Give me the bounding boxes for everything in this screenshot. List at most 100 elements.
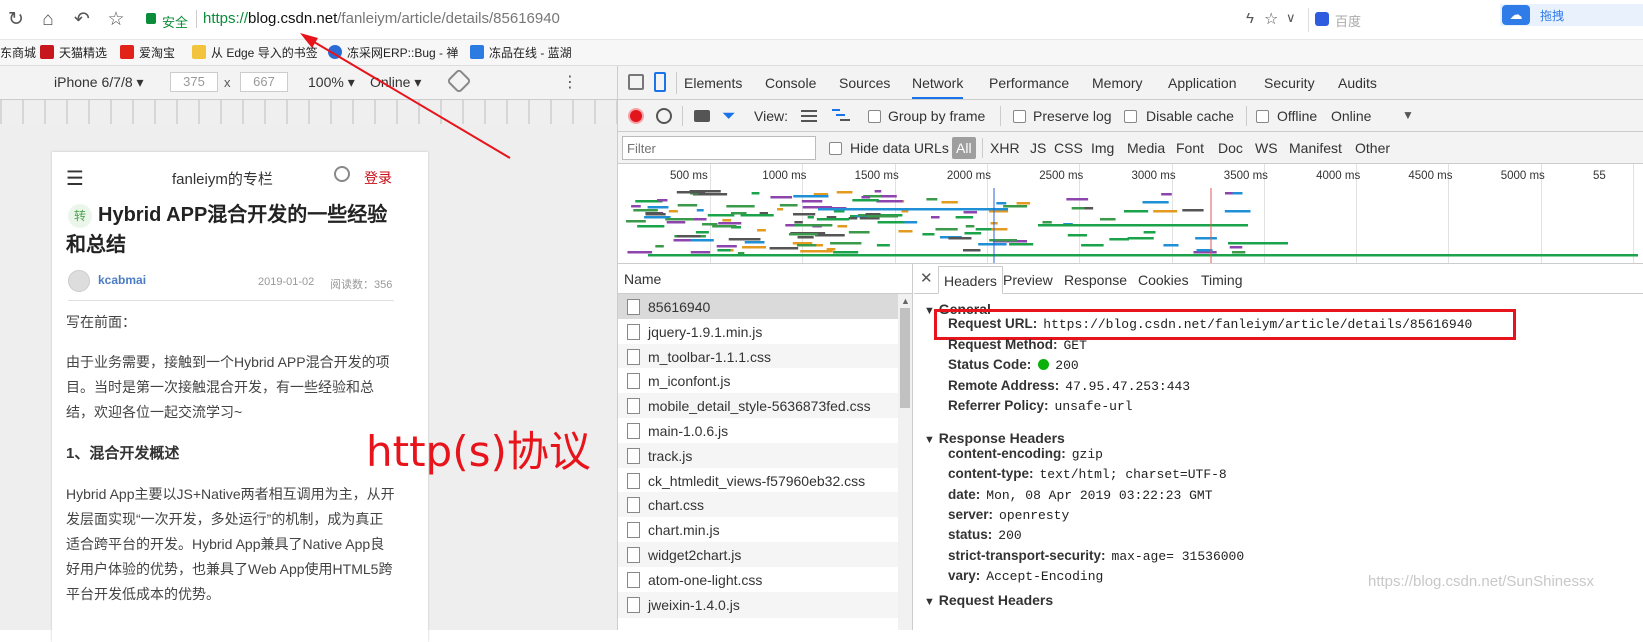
request-row[interactable]: 85616940 — [618, 294, 903, 320]
request-row[interactable]: ck_htmledit_views-f57960eb32.css — [618, 467, 903, 494]
tab-preview[interactable]: Preview — [1003, 272, 1053, 288]
filter-css[interactable]: CSS — [1054, 140, 1083, 156]
filter-manifest[interactable]: Manifest — [1289, 140, 1342, 156]
request-row[interactable]: main-1.0.6.js — [618, 418, 903, 444]
inspect-icon[interactable] — [628, 74, 644, 90]
lightning-icon[interactable]: ϟ — [1246, 10, 1254, 27]
list-view-icon[interactable] — [801, 110, 817, 122]
header-key: Request URL: — [948, 316, 1038, 331]
device-select[interactable]: iPhone 6/7/8 ▾ — [54, 74, 144, 91]
filter-xhr[interactable]: XHR — [990, 140, 1020, 156]
tab-sources[interactable]: Sources — [839, 75, 890, 91]
undo-icon[interactable]: ↶ — [70, 8, 94, 32]
filter-icon[interactable]: ⏷ — [722, 106, 736, 126]
tab-network[interactable]: Network — [912, 75, 964, 99]
header-key: status: — [948, 527, 993, 543]
throttle-chevron-icon[interactable]: ▼ — [1402, 108, 1414, 122]
device-toggle-icon[interactable] — [654, 72, 666, 92]
name-column-header[interactable]: Name — [618, 264, 912, 294]
zoom-select[interactable]: 100% ▾ — [308, 74, 355, 91]
width-input[interactable]: 375 — [170, 72, 218, 92]
search-engine-box[interactable]: 百度 — [1308, 8, 1488, 32]
request-name: m_toolbar-1.1.1.css — [648, 348, 771, 365]
refresh-icon[interactable]: ↻ — [4, 8, 28, 32]
clear-icon[interactable] — [656, 108, 672, 124]
filter-js[interactable]: JS — [1030, 140, 1046, 156]
filter-input[interactable] — [622, 136, 816, 160]
search-icon[interactable] — [334, 166, 350, 182]
network-throttle-select[interactable]: Online ▾ — [370, 74, 421, 91]
tab-console[interactable]: Console — [765, 75, 816, 91]
document-icon — [627, 522, 640, 539]
request-row[interactable]: chart.css — [618, 492, 903, 519]
network-overview-timeline[interactable]: 500 ms 1000 ms 1500 ms 2000 ms 2500 ms 3000 m… — [618, 164, 1643, 264]
filter-img[interactable]: Img — [1091, 140, 1114, 156]
group-by-frame-label: Group by frame — [888, 108, 986, 124]
scroll-thumb[interactable] — [900, 308, 910, 408]
waterfall-view-icon[interactable] — [832, 109, 850, 123]
blog-header-title[interactable]: fanleiym的专栏 — [172, 168, 273, 189]
more-options-icon[interactable]: ⋮ — [562, 72, 578, 92]
tab-headers[interactable]: Headers — [938, 266, 1003, 294]
bookmark-item[interactable]: 爱淘宝 — [120, 44, 175, 62]
scrollbar[interactable]: ▲ — [898, 294, 912, 630]
request-row[interactable]: m_iconfont.js — [618, 368, 903, 395]
tab-performance[interactable]: Performance — [989, 75, 1069, 91]
author-name[interactable]: kcabmai — [98, 273, 146, 287]
home-icon[interactable]: ⌂ — [36, 8, 60, 32]
dropdown-chevron-icon[interactable]: ∨ — [1286, 10, 1296, 26]
filter-doc[interactable]: Doc — [1218, 140, 1243, 156]
offline-checkbox[interactable] — [1256, 110, 1269, 123]
throttle-select[interactable]: Online — [1331, 108, 1371, 124]
record-icon[interactable] — [628, 108, 644, 124]
filter-all[interactable]: All — [952, 137, 976, 159]
hide-data-urls-checkbox[interactable] — [829, 142, 842, 155]
bookmark-item[interactable]: 天猫精选 — [40, 44, 107, 62]
scroll-up-icon[interactable]: ▲ — [901, 296, 910, 306]
tab-timing[interactable]: Timing — [1201, 272, 1243, 288]
tab-security[interactable]: Security — [1264, 75, 1315, 91]
request-row[interactable]: jquery-1.9.1.min.js — [618, 318, 903, 345]
star-icon[interactable]: ☆ — [104, 8, 128, 32]
bookmark-item[interactable]: 东商城 — [0, 44, 36, 62]
timeline-bar — [1016, 202, 1031, 205]
timeline-bar — [1071, 207, 1085, 210]
request-headers-toggle[interactable]: ▼ Request Headers — [924, 592, 1053, 608]
request-row[interactable]: atom-one-light.css — [618, 566, 903, 593]
request-row[interactable]: mobile_detail_style-5636873fed.css — [618, 393, 903, 420]
filter-other[interactable]: Other — [1355, 140, 1390, 156]
request-row[interactable]: m_toolbar-1.1.1.css — [618, 343, 903, 370]
extension-button[interactable]: ☁ 拖拽 — [1500, 4, 1643, 26]
bookmark-item[interactable]: 冻品在线 - 蓝湖 — [470, 44, 572, 62]
request-row[interactable]: chart.min.js — [618, 517, 903, 544]
timeline-bar — [818, 208, 1008, 211]
tab-elements[interactable]: Elements — [684, 75, 742, 91]
timeline-bar — [677, 204, 698, 207]
filter-ws[interactable]: WS — [1255, 140, 1278, 156]
filter-media[interactable]: Media — [1127, 140, 1165, 156]
group-by-frame-checkbox[interactable] — [868, 110, 881, 123]
tab-memory[interactable]: Memory — [1092, 75, 1143, 91]
avatar[interactable] — [68, 270, 90, 292]
menu-icon[interactable]: ☰ — [66, 166, 84, 191]
address-field[interactable]: 安全 https://blog.csdn.net/fanleiym/articl… — [140, 8, 1360, 32]
login-link[interactable]: 登录 — [364, 168, 392, 188]
preserve-log-checkbox[interactable] — [1013, 110, 1026, 123]
camera-icon[interactable] — [694, 110, 710, 122]
tab-response[interactable]: Response — [1064, 272, 1127, 288]
disable-cache-checkbox[interactable] — [1124, 110, 1137, 123]
filter-font[interactable]: Font — [1176, 140, 1204, 156]
timeline-bar — [1066, 198, 1089, 201]
height-input[interactable]: 667 — [240, 72, 288, 92]
close-icon[interactable]: ✕ — [920, 269, 933, 287]
rotate-icon[interactable] — [446, 68, 472, 94]
tab-application[interactable]: Application — [1168, 75, 1237, 91]
tab-cookies[interactable]: Cookies — [1138, 272, 1189, 288]
tab-audits[interactable]: Audits — [1338, 75, 1377, 91]
request-row[interactable]: track.js — [618, 442, 903, 469]
bookmark-item[interactable]: 从 Edge 导入的书签 — [192, 44, 318, 62]
request-row[interactable]: jweixin-1.4.0.js — [618, 591, 903, 618]
request-row[interactable]: widget2chart.js — [618, 542, 903, 568]
bookmark-item[interactable]: 冻采网ERP::Bug - 禅 — [328, 44, 458, 62]
favorite-star-icon[interactable]: ☆ — [1264, 9, 1278, 29]
